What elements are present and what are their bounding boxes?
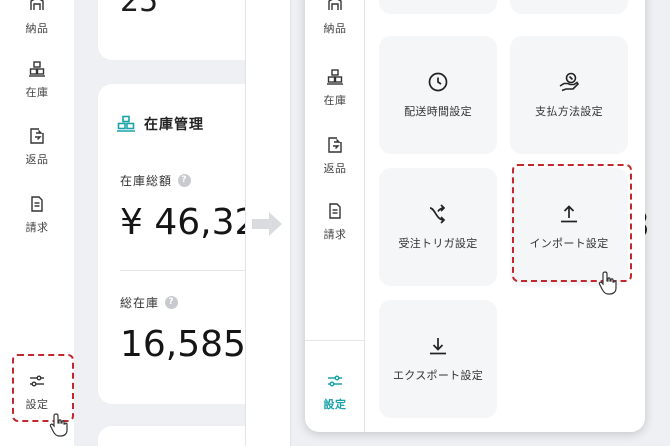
nav-label: 請求 xyxy=(323,228,347,241)
divider xyxy=(120,270,245,271)
sidebar-separator xyxy=(305,340,365,341)
tutorial-screenshot: 納品 在庫 返品 請求 設定 25 在庫管理 在庫総額 ? ¥ 46,32 総在… xyxy=(0,0,670,446)
summary-card: 25 xyxy=(98,0,245,60)
invoice-icon xyxy=(31,196,43,212)
nav-label: 返品 xyxy=(323,162,347,175)
hand-cursor-icon xyxy=(598,271,617,295)
nav-item-billing[interactable]: 請求 xyxy=(305,202,365,262)
nav-item-inventory[interactable]: 在庫 xyxy=(0,60,74,120)
help-icon[interactable]: ? xyxy=(178,174,192,187)
nav-item-returns[interactable]: 返品 xyxy=(0,127,74,187)
nav-label: 納品 xyxy=(323,22,347,35)
nav-item-delivery[interactable]: 納品 xyxy=(305,0,365,56)
payment-hand-icon xyxy=(559,72,580,92)
tile-label: 支払方法設定 xyxy=(535,105,603,118)
total-amount-label-row: 在庫総額 ? xyxy=(120,172,192,189)
help-icon[interactable]: ? xyxy=(165,296,179,309)
tile-label: エクスポート設定 xyxy=(392,369,484,382)
inventory-icon xyxy=(327,69,343,85)
delivery-icon xyxy=(30,0,44,10)
clock-icon xyxy=(428,72,448,92)
next-card xyxy=(98,426,245,446)
nav-label: 請求 xyxy=(25,221,49,234)
card-header: 在庫管理 xyxy=(116,114,204,134)
nav-item-delivery[interactable]: 納品 xyxy=(0,0,74,56)
delivery-icon xyxy=(328,0,342,10)
total-amount-value: ¥ 46,32 xyxy=(120,202,246,243)
nav-item-inventory[interactable]: 在庫 xyxy=(305,68,365,128)
invoice-icon xyxy=(329,203,341,219)
hand-cursor-icon xyxy=(49,413,68,437)
nav-item-settings[interactable]: 設定 xyxy=(305,372,365,432)
arrow-right-icon xyxy=(252,212,282,236)
tile-delivery-time-settings[interactable]: 配送時間設定 xyxy=(379,36,497,154)
download-icon xyxy=(430,338,446,355)
total-stock-label-row: 総在庫 ? xyxy=(120,294,179,311)
settings-sliders-icon xyxy=(328,375,342,387)
inventory-card: 在庫管理 在庫総額 ? ¥ 46,32 総在庫 ? 16,585 xyxy=(98,84,246,404)
tile-payment-method-settings[interactable]: 支払方法設定 xyxy=(510,36,628,154)
nav-item-billing[interactable]: 請求 xyxy=(0,195,74,255)
nav-label: 返品 xyxy=(25,153,49,166)
inventory-icon xyxy=(117,115,135,132)
tile-partial[interactable] xyxy=(510,0,628,14)
total-amount-label: 在庫総額 xyxy=(120,174,173,188)
nav-label: 在庫 xyxy=(25,86,49,99)
summary-value: 25 xyxy=(120,0,159,19)
shuffle-icon xyxy=(429,204,446,224)
modal-sidebar: 納品 在庫 返品 請求 設定 xyxy=(305,0,365,432)
total-stock-value: 16,585 xyxy=(120,324,246,365)
card-title: 在庫管理 xyxy=(144,117,204,133)
nav-label: 納品 xyxy=(25,22,49,35)
nav-label: 在庫 xyxy=(323,94,347,107)
import-highlight xyxy=(512,164,632,282)
inventory-icon xyxy=(29,61,45,77)
return-icon xyxy=(328,137,342,153)
return-icon xyxy=(30,128,44,144)
tile-label: 配送時間設定 xyxy=(404,105,472,118)
tile-order-trigger-settings[interactable]: 受注トリガ設定 xyxy=(379,168,497,286)
tile-label: 受注トリガ設定 xyxy=(398,237,478,250)
total-stock-label: 総在庫 xyxy=(120,296,160,310)
tile-export-settings[interactable]: エクスポート設定 xyxy=(379,300,497,418)
tile-partial[interactable] xyxy=(379,0,497,14)
nav-label: 設定 xyxy=(323,398,347,411)
nav-item-returns[interactable]: 返品 xyxy=(305,136,365,196)
